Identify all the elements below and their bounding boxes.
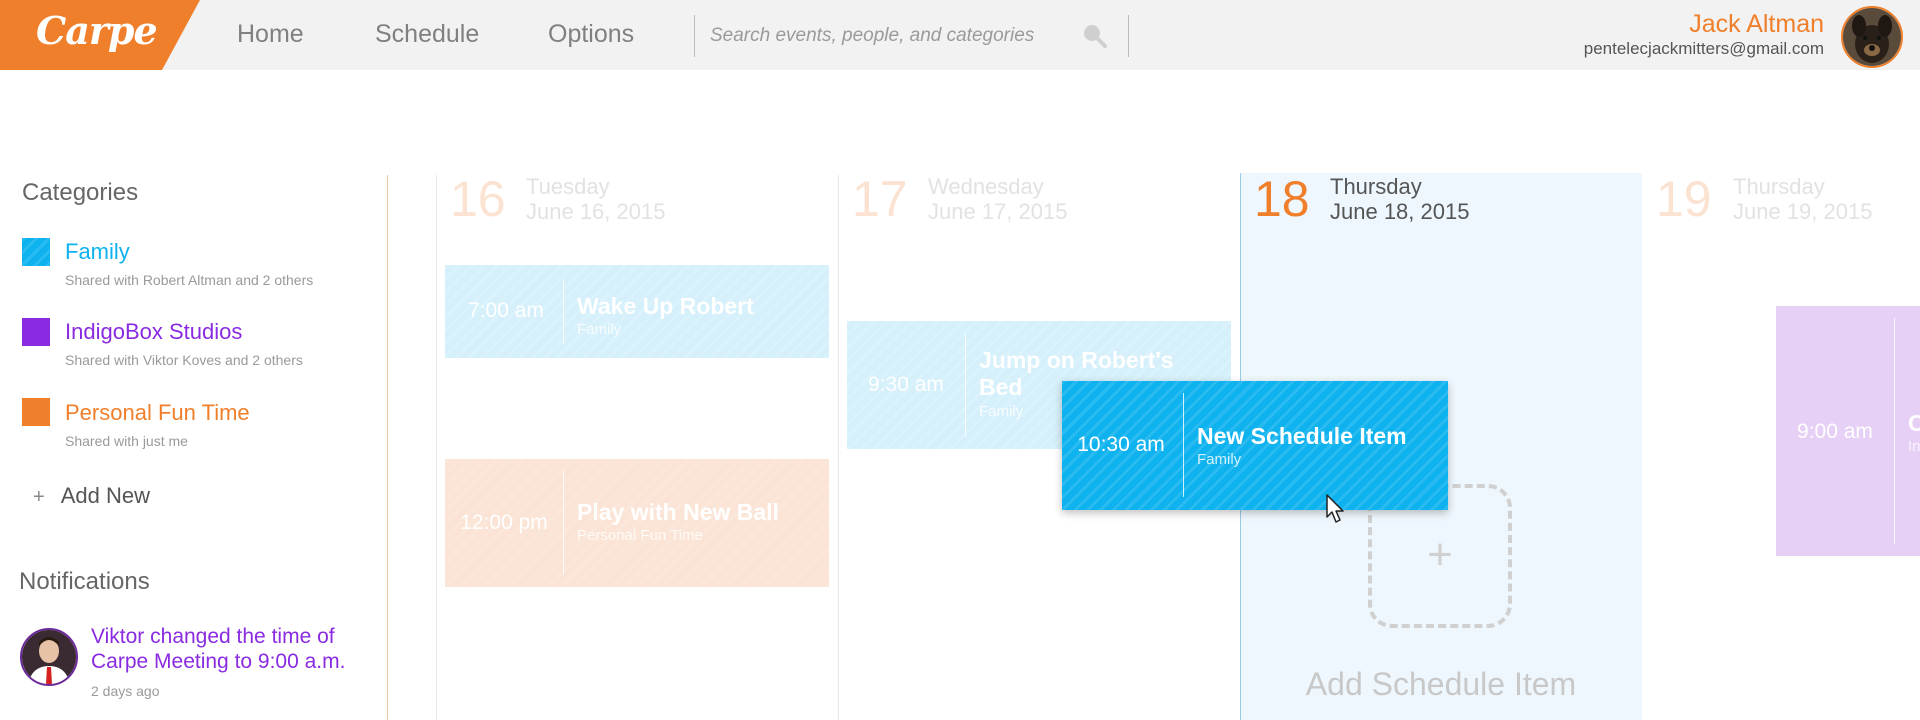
day-number: 19 bbox=[1656, 171, 1712, 227]
day-date: June 18, 2015 bbox=[1330, 199, 1470, 224]
day-number: 16 bbox=[450, 171, 506, 227]
day-date: June 17, 2015 bbox=[928, 199, 1068, 224]
logo-text: Carpe bbox=[36, 8, 158, 53]
search-divider-left bbox=[694, 15, 695, 57]
event-category: Family bbox=[1197, 451, 1242, 468]
day-weekday: Thursday bbox=[1733, 174, 1825, 199]
plus-icon: + bbox=[1427, 530, 1453, 579]
column-divider bbox=[838, 175, 839, 720]
event-card[interactable]: 7:00 am Wake Up Robert Family bbox=[445, 265, 829, 358]
day-date: June 16, 2015 bbox=[526, 199, 666, 224]
nav-schedule[interactable]: Schedule bbox=[375, 20, 479, 49]
nav-home[interactable]: Home bbox=[237, 20, 304, 49]
day-weekday: Tuesday bbox=[526, 174, 610, 199]
event-time: 9:30 am bbox=[868, 373, 944, 396]
event-title: Carpe Meeting bbox=[1908, 410, 1920, 436]
event-title: Wake Up Robert bbox=[577, 293, 754, 319]
event-title: Play with New Ball bbox=[577, 499, 779, 525]
event-title: New Schedule Item bbox=[1197, 423, 1407, 449]
event-time: 10:30 am bbox=[1077, 433, 1165, 456]
category-name: IndigoBox Studios bbox=[65, 319, 243, 344]
day-weekday: Wednesday bbox=[928, 174, 1044, 199]
logo[interactable]: Carpe bbox=[0, 0, 200, 70]
event-category: IndigoBox Studios bbox=[1908, 438, 1920, 455]
category-shared: Shared with Viktor Koves and 2 others bbox=[65, 352, 303, 368]
event-category: Family bbox=[577, 321, 622, 338]
event-separator bbox=[563, 279, 564, 344]
event-category: Personal Fun Time bbox=[577, 527, 703, 544]
event-category: Family bbox=[979, 403, 1024, 420]
day-weekday: Thursday bbox=[1330, 174, 1422, 199]
mouse-cursor-icon bbox=[1326, 494, 1344, 523]
day-date: June 19, 2015 bbox=[1733, 199, 1873, 224]
category-name: Family bbox=[65, 239, 130, 264]
event-separator bbox=[563, 471, 564, 575]
category-swatch bbox=[22, 398, 50, 426]
category-swatch bbox=[22, 238, 50, 266]
search-divider-right bbox=[1128, 15, 1129, 57]
event-time: 7:00 am bbox=[468, 299, 544, 322]
notification-time: 2 days ago bbox=[91, 683, 160, 699]
sidebar-divider bbox=[387, 175, 388, 720]
dragged-event-card[interactable]: 10:30 am New Schedule Item Family bbox=[1062, 381, 1448, 510]
search-input[interactable] bbox=[708, 20, 1082, 52]
event-separator bbox=[965, 333, 966, 437]
event-card[interactable]: 12:00 pm Play with New Ball Personal Fun… bbox=[445, 459, 829, 587]
event-time: 12:00 pm bbox=[460, 511, 548, 534]
event-separator bbox=[1894, 318, 1895, 544]
event-separator bbox=[1183, 393, 1184, 497]
user-avatar[interactable] bbox=[1841, 6, 1903, 68]
notifications-title: Notifications bbox=[19, 568, 150, 595]
user-email: pentelecjackmitters@gmail.com bbox=[1583, 39, 1824, 58]
search-icon[interactable] bbox=[1081, 22, 1109, 50]
add-category-button[interactable]: + Add New bbox=[33, 483, 150, 509]
column-divider bbox=[436, 175, 437, 720]
notification-avatar bbox=[20, 628, 78, 686]
notification-text: Viktor changed the time of Carpe Meeting… bbox=[91, 625, 346, 673]
add-new-label: Add New bbox=[60, 483, 150, 508]
category-shared: Shared with just me bbox=[65, 433, 188, 449]
event-card[interactable]: 9:00 am Carpe Meeting IndigoBox Studios bbox=[1776, 306, 1920, 556]
user-name[interactable]: Jack Altman bbox=[1689, 10, 1824, 39]
day-number: 18 bbox=[1254, 171, 1310, 227]
category-swatch bbox=[22, 318, 50, 346]
category-name: Personal Fun Time bbox=[65, 400, 250, 425]
nav-options[interactable]: Options bbox=[548, 20, 634, 49]
categories-title: Categories bbox=[22, 179, 139, 206]
category-shared: Shared with Robert Altman and 2 others bbox=[65, 272, 314, 288]
plus-icon: + bbox=[33, 486, 45, 508]
day-number: 17 bbox=[852, 171, 908, 227]
event-time: 9:00 am bbox=[1797, 420, 1873, 443]
top-bar: Carpe Home Schedule Options Jack Altman … bbox=[0, 0, 1920, 70]
add-schedule-item-label[interactable]: Add Schedule Item bbox=[1240, 666, 1642, 703]
